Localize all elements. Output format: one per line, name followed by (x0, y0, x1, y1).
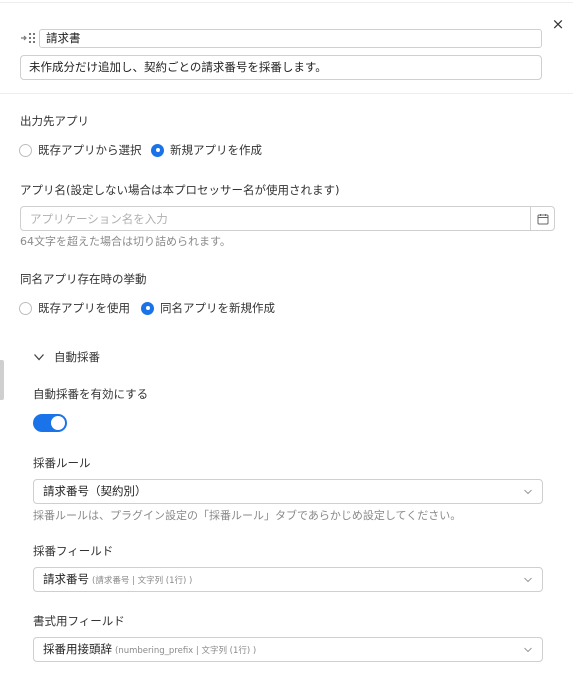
selected-value: 請求番号（契約別） (43, 484, 147, 498)
drag-handle-icon[interactable] (20, 31, 38, 45)
processor-title-input[interactable]: 請求書 (39, 29, 542, 48)
radio-label: 同名アプリを新規作成 (160, 301, 275, 315)
output-app-label: 出力先アプリ (20, 114, 89, 128)
radio-label: 既存アプリから選択 (38, 143, 142, 157)
app-name-field (20, 206, 555, 231)
chevron-down-icon (34, 354, 44, 361)
radio-create-new[interactable]: 同名アプリを新規作成 (141, 300, 275, 316)
select-arrow-icon (524, 647, 532, 653)
radio-new-app[interactable]: 新規アプリを作成 (151, 142, 262, 158)
app-name-label: アプリ名(設定しない場合は本プロセッサー名が使用されます) (20, 183, 340, 197)
selected-value: 請求番号 (請求番号 | 文字列 (1行) ) (43, 568, 192, 593)
radio-label: 既存アプリを使用 (38, 301, 130, 315)
radio-circle (19, 301, 32, 315)
numbering-field-label: 採番フィールド (33, 544, 114, 558)
radio-circle (19, 143, 32, 157)
processor-description-input[interactable]: 未作成分だけ追加し、契約ごとの請求番号を採番します。 (20, 55, 542, 80)
auto-numbering-section-toggle[interactable]: 自動採番 (33, 349, 100, 365)
numbering-rule-select[interactable]: 請求番号（契約別） (33, 479, 543, 504)
field-meta: (numbering_prefix | 文字列 (1行) ) (115, 646, 257, 656)
radio-circle-selected (151, 143, 164, 157)
select-arrow-icon (524, 489, 532, 495)
select-arrow-icon (524, 577, 532, 583)
resize-handle[interactable] (0, 360, 4, 400)
app-name-hint: 64文字を超えた場合は切り詰められます。 (20, 235, 231, 248)
calendar-icon[interactable] (530, 207, 554, 230)
close-icon[interactable]: × (550, 16, 566, 32)
top-divider (0, 2, 573, 3)
field-name: 請求番号 (43, 572, 89, 586)
format-field-label: 書式用フィールド (33, 614, 125, 628)
radio-existing-app[interactable]: 既存アプリから選択 (19, 142, 142, 158)
radio-circle-selected (141, 301, 154, 315)
field-meta: (請求番号 | 文字列 (1行) ) (92, 576, 193, 586)
format-field-select[interactable]: 採番用接頭辞 (numbering_prefix | 文字列 (1行) ) (33, 637, 543, 662)
numbering-rule-hint: 採番ルールは、プラグイン設定の「採番ルール」タブであらかじめ設定してください。 (33, 509, 462, 522)
enable-auto-numbering-label: 自動採番を有効にする (33, 387, 149, 401)
app-name-input[interactable] (21, 207, 531, 230)
auto-numbering-toggle[interactable] (33, 414, 67, 432)
field-name: 採番用接頭辞 (43, 642, 112, 656)
toggle-knob (51, 416, 65, 430)
numbering-field-select[interactable]: 請求番号 (請求番号 | 文字列 (1行) ) (33, 567, 543, 592)
radio-label: 新規アプリを作成 (170, 143, 262, 157)
header-divider (0, 93, 573, 94)
selected-value: 採番用接頭辞 (numbering_prefix | 文字列 (1行) ) (43, 638, 256, 663)
radio-use-existing[interactable]: 既存アプリを使用 (19, 300, 130, 316)
numbering-rule-label: 採番ルール (33, 456, 91, 470)
same-name-label: 同名アプリ存在時の挙動 (20, 272, 147, 286)
section-title: 自動採番 (54, 350, 100, 364)
processor-title-row: 請求書 (20, 29, 542, 48)
